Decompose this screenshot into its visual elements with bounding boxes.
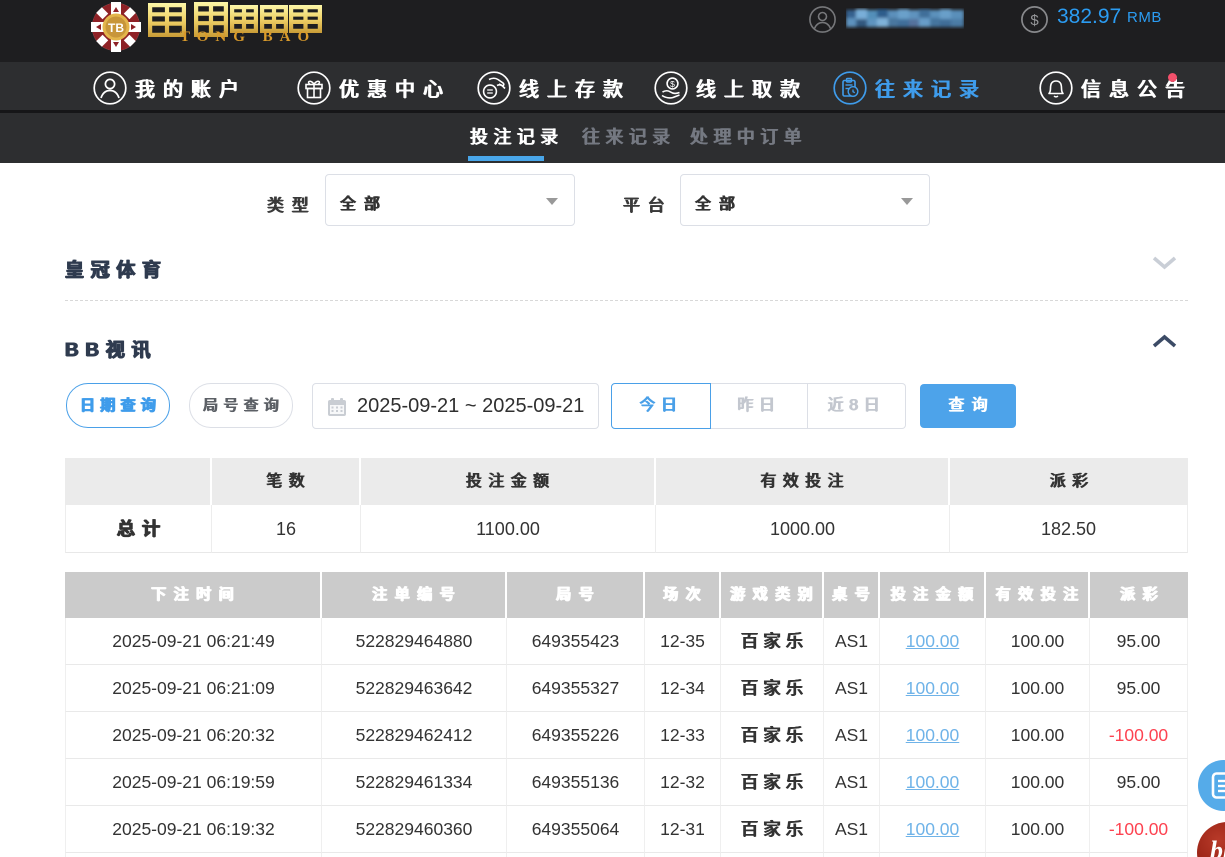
svg-text:TB: TB (108, 21, 124, 35)
svg-text:$: $ (670, 79, 675, 89)
svg-text:$: $ (1030, 12, 1039, 29)
